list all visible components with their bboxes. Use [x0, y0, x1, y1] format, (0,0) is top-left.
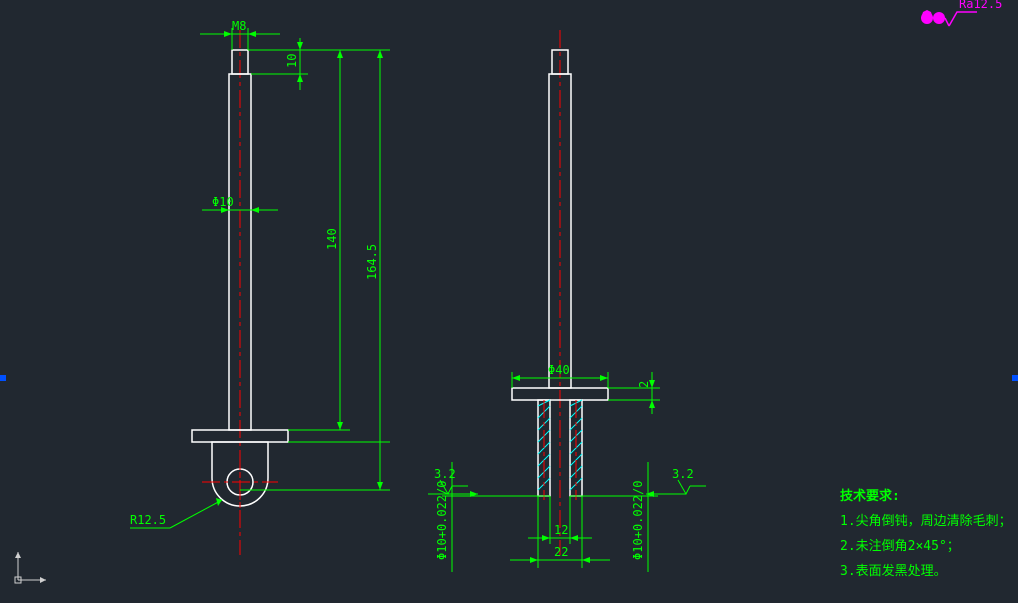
notes-line1: 1.尖角倒钝，周边清除毛刺； — [840, 514, 1012, 529]
dim-m8-label: M8 — [232, 19, 246, 33]
surface-finish-value: Ra12.5 — [959, 0, 1002, 11]
notes-line2: 2.未注倒角2×45°； — [840, 539, 960, 554]
dim-140-label: 140 — [325, 228, 339, 250]
cad-canvas[interactable]: Ra12.5 M8 — [0, 0, 1018, 603]
dim-164-5-label: 164.5 — [365, 244, 379, 280]
dim-12-label: 12 — [554, 523, 568, 537]
dim-r12-5-label: R12.5 — [130, 513, 166, 527]
grip-marker — [0, 375, 6, 381]
dim-2-label: 2 — [637, 381, 651, 388]
dim-phi40-label: Φ40 — [548, 363, 570, 377]
dim-pin-right-label: Φ10+0.022/0 — [631, 481, 645, 560]
grip-marker — [1012, 375, 1018, 381]
notes-line3: 3.表面发黑处理。 — [840, 563, 947, 579]
svg-text:3.2: 3.2 — [434, 467, 456, 481]
dim-22-label: 22 — [554, 545, 568, 559]
dim-10-label: 10 — [285, 54, 299, 68]
notes-title: 技术要求: — [840, 488, 900, 504]
svg-text:3.2: 3.2 — [672, 467, 694, 481]
dim-phi10-label: Φ10 — [212, 195, 234, 209]
